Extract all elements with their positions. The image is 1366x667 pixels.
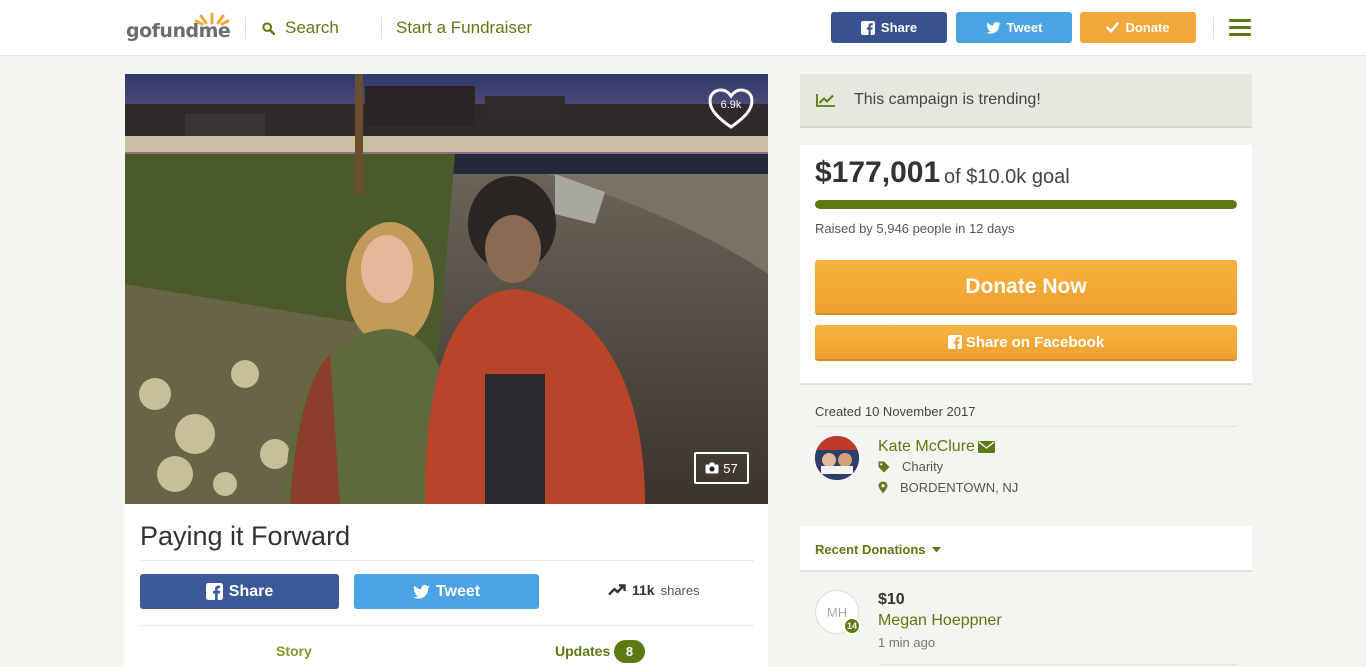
recent-donations-toggle[interactable]: Recent Donations [815, 542, 941, 557]
shares-counter: 11k shares [608, 582, 700, 598]
logo-wordmark: gofundme [126, 20, 231, 42]
caret-down-icon [931, 546, 941, 552]
shares-label: shares [660, 582, 700, 598]
envelope-icon[interactable] [977, 441, 995, 453]
header-donate-label: Donate [1125, 20, 1170, 35]
organizer-avatar-image [815, 436, 859, 480]
location-label: BORDENTOWN, NJ [900, 480, 1019, 495]
raised-by-text: Raised by 5,946 people in 12 days [815, 221, 1015, 236]
shares-count: 11k [632, 582, 655, 598]
tweet-label: Tweet [435, 582, 481, 600]
location-pin-icon [878, 481, 888, 494]
share-on-facebook-button[interactable]: Share on Facebook [815, 325, 1237, 361]
divider [140, 560, 753, 561]
header-share-label: Share [880, 20, 918, 35]
organizer-avatar[interactable] [815, 436, 859, 480]
twitter-icon [985, 21, 1001, 34]
search-label: Search [285, 18, 339, 37]
divider [815, 426, 1237, 427]
hearts-count: 6.9k [720, 99, 742, 111]
trending-banner: This campaign is trending! [800, 74, 1252, 128]
progress-bar-fill [815, 200, 1237, 209]
updates-count-badge: 8 [614, 640, 645, 663]
search-icon [262, 21, 275, 35]
facebook-icon [947, 335, 962, 349]
tab-story[interactable]: Story [276, 643, 312, 659]
progress-bar [815, 200, 1237, 209]
divider [140, 625, 753, 626]
organizer-name-link[interactable]: Kate McClure [878, 438, 995, 456]
twitter-icon [413, 584, 430, 599]
goal-text: of $10.0k goal [944, 166, 1070, 188]
photo-gallery-button[interactable]: 57 [694, 452, 749, 484]
header-share-button[interactable]: Share [831, 12, 947, 43]
created-date: Created 10 November 2017 [815, 404, 976, 419]
campaign-photo-illustration [125, 74, 768, 504]
header-tweet-label: Tweet [1006, 20, 1043, 35]
hamburger-icon[interactable] [1229, 19, 1251, 37]
trending-icon [816, 94, 835, 107]
share-on-facebook-label: Share on Facebook [965, 333, 1105, 351]
recent-donations-label: Recent Donations [815, 542, 926, 557]
category-label: Charity [902, 459, 944, 474]
header-donate-button[interactable]: Donate [1080, 12, 1196, 43]
logo-text-me: me [198, 20, 231, 42]
start-fundraiser-link[interactable]: Start a Fundraiser [396, 18, 532, 38]
gofundme-logo[interactable]: gofundme [126, 12, 231, 44]
tweet-button[interactable]: Tweet [354, 574, 539, 609]
facebook-icon [205, 583, 223, 600]
divider [878, 664, 1237, 665]
donate-now-button[interactable]: Donate Now [815, 260, 1237, 315]
photo-count: 57 [723, 460, 738, 476]
donation-amount: $10 [878, 591, 905, 608]
tab-updates[interactable]: Updates [555, 643, 610, 659]
facebook-icon [860, 20, 875, 35]
organizer-location: BORDENTOWN, NJ [878, 480, 1018, 495]
trending-text: This campaign is trending! [854, 91, 1041, 108]
divider [245, 17, 246, 39]
divider [1213, 17, 1214, 39]
amount-raised: $177,001 [815, 156, 941, 189]
camera-icon [705, 462, 719, 474]
donor-name[interactable]: Megan Hoeppner [878, 612, 1002, 630]
organizer-name: Kate McClure [878, 438, 975, 455]
trending-up-icon [608, 584, 626, 596]
organizer-category: Charity [878, 459, 943, 474]
campaign-title: Paying it Forward [140, 521, 351, 551]
logo-text-gofund: gofund [126, 20, 199, 42]
donation-time: 1 min ago [878, 635, 936, 650]
search-link[interactable]: Search [262, 18, 339, 38]
header-tweet-button[interactable]: Tweet [956, 12, 1072, 43]
share-label: Share [228, 582, 274, 600]
share-button[interactable]: Share [140, 574, 339, 609]
divider [381, 17, 382, 39]
tag-icon [878, 461, 890, 472]
top-navigation-bar: gofundme Search Start a Fundraiser Share… [0, 0, 1366, 56]
check-icon [1106, 22, 1120, 33]
campaign-photo[interactable] [125, 74, 768, 504]
donor-badge: 14 [843, 617, 861, 635]
